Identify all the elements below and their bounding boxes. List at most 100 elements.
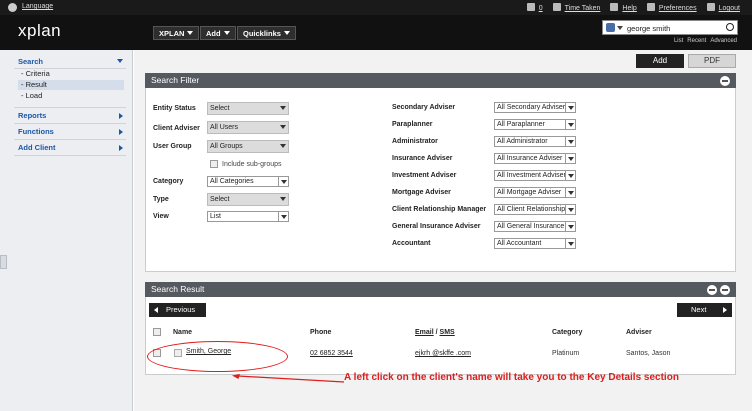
client-adviser: Santos, Jason	[626, 350, 671, 357]
chevron-down-icon	[278, 177, 288, 186]
top-bar: Language 0 Time Taken Help Preferences L…	[0, 0, 752, 15]
divider	[14, 155, 126, 156]
general-insurance-adviser-select[interactable]: All General Insurance	[494, 221, 576, 232]
include-subgroups-checkbox[interactable]	[210, 160, 218, 168]
general-insurance-adviser-label: General Insurance Adviser	[392, 223, 481, 230]
chevron-down-icon	[223, 31, 230, 35]
preferences-link[interactable]: Preferences	[646, 3, 697, 12]
sidebar-item-add-client[interactable]: Add Client	[0, 143, 133, 152]
secondary-adviser-select[interactable]: All Secondary Adviser	[494, 102, 576, 113]
chevron-down-icon	[278, 212, 288, 221]
annotation-arrow	[232, 374, 344, 383]
category-select[interactable]: All Categories	[207, 176, 289, 187]
chevron-down-icon	[117, 59, 123, 63]
pdf-button[interactable]: PDF	[688, 54, 736, 68]
client-email-link[interactable]: ejkrh @skffe .com	[415, 350, 471, 357]
accountant-select[interactable]: All Accountant	[494, 238, 576, 249]
sidebar-item-result[interactable]: - Result	[18, 80, 124, 90]
divider	[14, 123, 126, 124]
sidebar-item-load[interactable]: - Load	[18, 91, 124, 101]
mail-link[interactable]: 0	[526, 3, 543, 12]
category-label: Category	[153, 178, 184, 185]
column-email-sms-header: Email / SMS	[415, 329, 455, 336]
sidebar-item-functions[interactable]: Functions	[0, 127, 133, 136]
chevron-down-icon	[278, 122, 288, 133]
client-adviser-select[interactable]: All Users	[207, 121, 289, 134]
search-filter-header: Search Filter	[145, 73, 736, 88]
search-icon[interactable]	[726, 23, 734, 31]
sidebar-item-search[interactable]: Search	[0, 57, 133, 66]
help-link[interactable]: Help	[610, 3, 637, 12]
entity-status-select[interactable]: Select	[207, 102, 289, 115]
nav-quicklinks-menu[interactable]: Quicklinks	[237, 26, 296, 40]
accountant-label: Accountant	[392, 240, 431, 247]
chevron-down-icon	[565, 120, 575, 129]
chevron-down-icon	[187, 31, 194, 35]
chevron-right-icon	[119, 113, 123, 119]
mortgage-adviser-select[interactable]: All Mortgage Adviser	[494, 187, 576, 198]
next-button[interactable]: Next	[677, 303, 732, 317]
column-category-header[interactable]: Category	[552, 329, 582, 336]
top-links: 0 Time Taken Help Preferences Logout	[526, 3, 740, 12]
client-relationship-manager-label: Client Relationship Manager	[392, 206, 487, 213]
sidebar-item-criteria[interactable]: - Criteria	[18, 69, 124, 79]
chevron-down-icon	[278, 103, 288, 114]
paraplanner-select[interactable]: All Paraplanner	[494, 119, 576, 130]
chevron-down-icon	[565, 222, 575, 231]
collapse-icon[interactable]	[720, 285, 730, 295]
logout-link[interactable]: Logout	[706, 3, 740, 12]
chevron-down-icon	[278, 194, 288, 205]
investment-adviser-select[interactable]: All Investment Adviser	[494, 170, 576, 181]
highlight-ellipse	[147, 341, 288, 372]
chevron-down-icon	[278, 141, 288, 152]
language-link[interactable]: Language	[22, 3, 53, 10]
settings-icon[interactable]	[707, 285, 717, 295]
time-taken-link[interactable]: Time Taken	[552, 3, 600, 12]
type-label: Type	[153, 196, 169, 203]
annotation-text: A left click on the client's name will t…	[344, 372, 679, 383]
add-button[interactable]: Add	[636, 54, 684, 68]
search-list-link[interactable]: List	[674, 38, 683, 44]
chevron-right-icon	[119, 145, 123, 151]
divider	[14, 107, 126, 108]
insurance-adviser-select[interactable]: All Insurance Adviser	[494, 153, 576, 164]
user-group-select[interactable]: All Groups	[207, 140, 289, 153]
column-name-header[interactable]: Name	[173, 329, 192, 336]
nav-xplan-menu[interactable]: XPLAN	[153, 26, 200, 40]
investment-adviser-label: Investment Adviser	[392, 172, 457, 179]
client-relationship-manager-select[interactable]: All Client Relationship	[494, 204, 576, 215]
include-subgroups-label: Include sub-groups	[222, 161, 282, 168]
column-phone-header[interactable]: Phone	[310, 329, 331, 336]
view-label: View	[153, 213, 169, 220]
previous-button[interactable]: Previous	[149, 303, 206, 317]
sidebar-collapse-handle[interactable]	[0, 255, 7, 269]
type-select[interactable]: Select	[207, 193, 289, 206]
search-recent-link[interactable]: Recent	[687, 38, 706, 44]
view-select[interactable]: List	[207, 211, 289, 222]
sidebar-item-reports[interactable]: Reports	[0, 111, 133, 120]
select-all-checkbox[interactable]	[153, 328, 161, 336]
client-search-input[interactable]: george smith	[602, 20, 738, 35]
power-icon	[706, 3, 715, 11]
column-sms-header[interactable]: SMS	[440, 329, 455, 336]
divider	[14, 139, 126, 140]
client-category: Platinum	[552, 350, 580, 357]
person-icon[interactable]	[606, 23, 615, 32]
chevron-down-icon[interactable]	[617, 26, 623, 30]
user-group-label: User Group	[153, 143, 192, 150]
search-links: List Recent Advanced	[674, 38, 737, 44]
column-email-header[interactable]: Email	[415, 329, 434, 336]
chevron-down-icon	[565, 137, 575, 146]
sidebar: Search - Criteria - Result - Load Report…	[0, 50, 133, 411]
chevron-left-icon	[154, 307, 158, 313]
nav-add-menu[interactable]: Add	[200, 26, 236, 40]
client-phone-link[interactable]: 02 6852 3544	[310, 350, 353, 357]
administrator-select[interactable]: All Administrator	[494, 136, 576, 147]
column-adviser-header[interactable]: Adviser	[626, 329, 652, 336]
mail-icon	[526, 3, 535, 11]
search-advanced-link[interactable]: Advanced	[710, 38, 737, 44]
collapse-icon[interactable]	[720, 76, 730, 86]
gear-icon	[646, 3, 655, 11]
help-icon	[610, 3, 619, 11]
insurance-adviser-label: Insurance Adviser	[392, 155, 453, 162]
